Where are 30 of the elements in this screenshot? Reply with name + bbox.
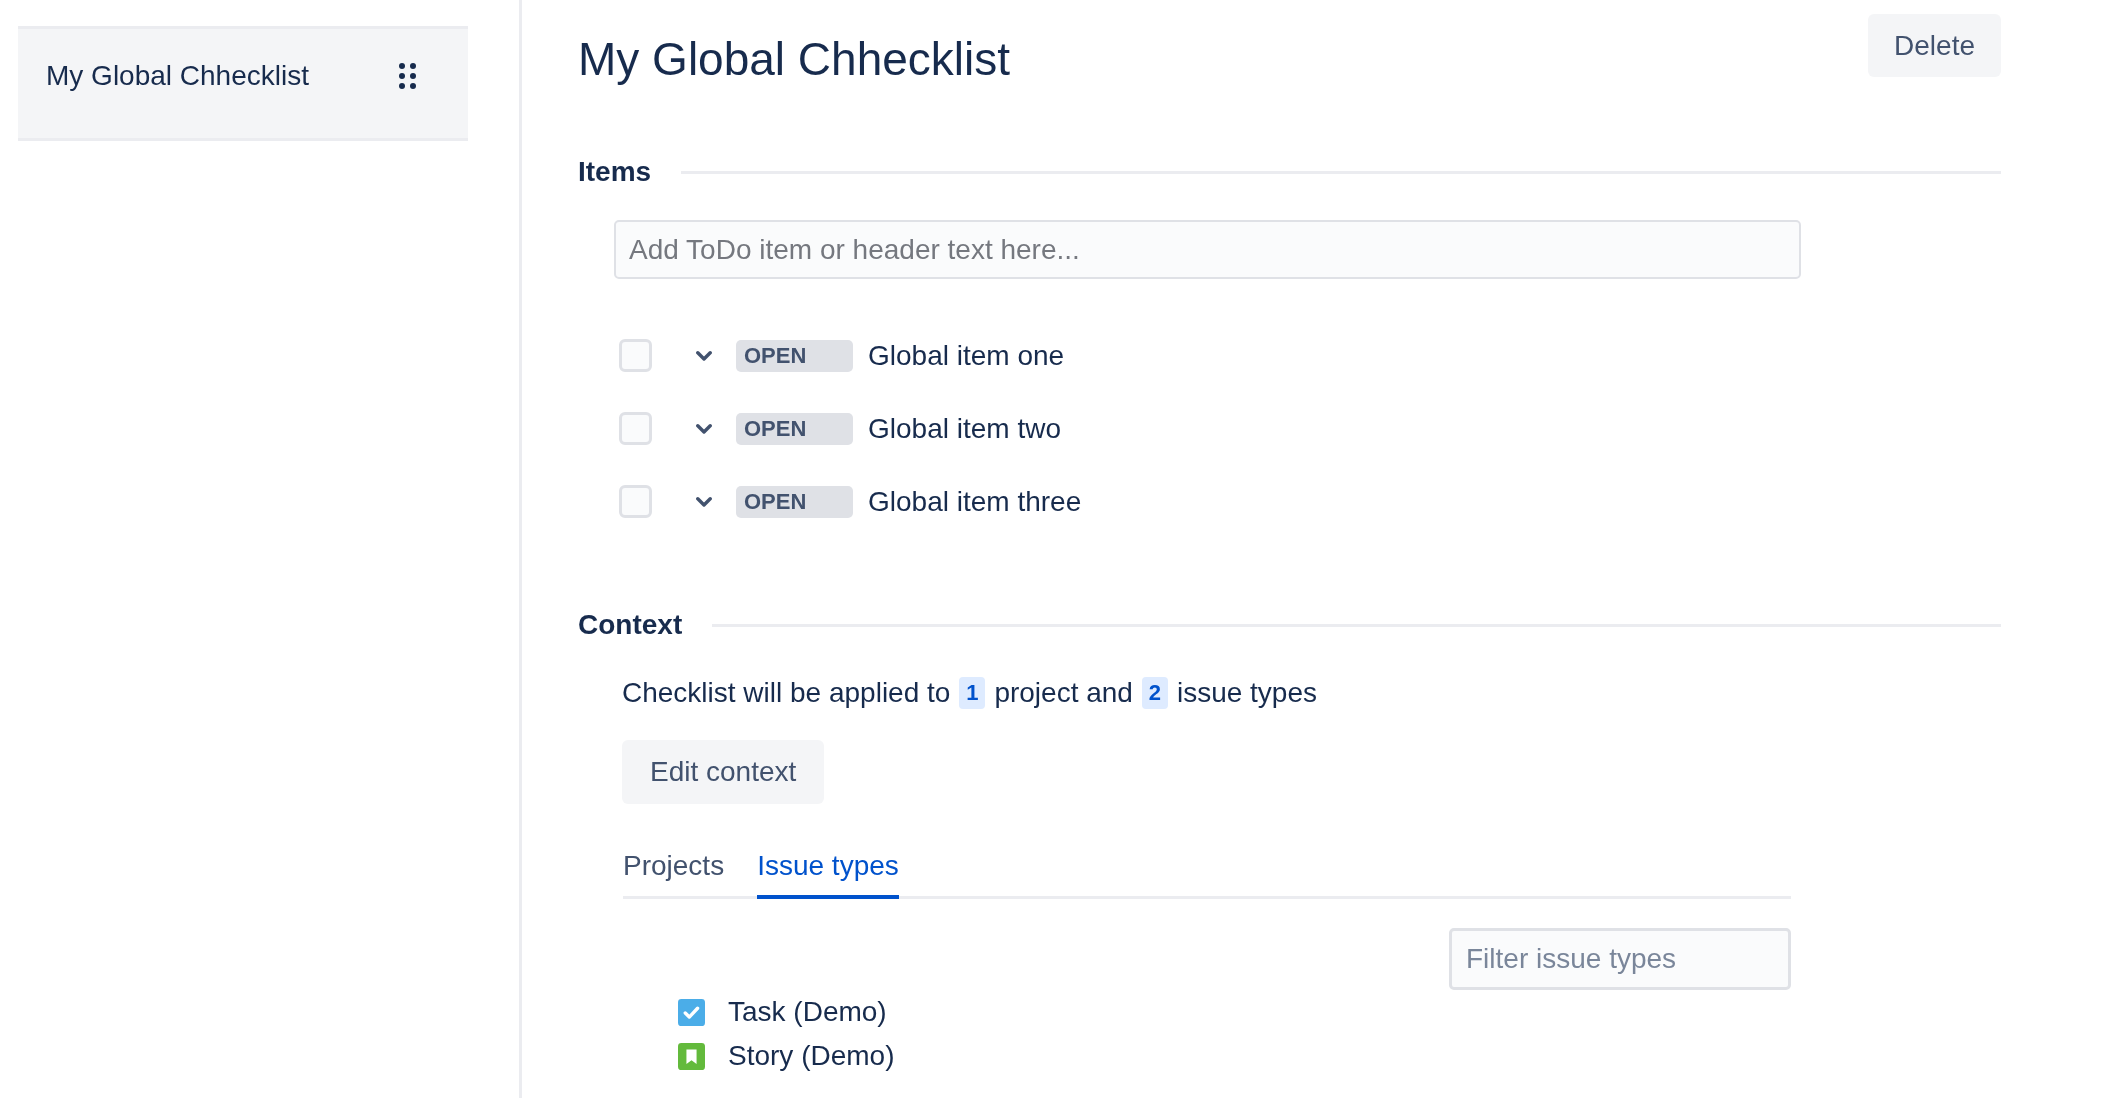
summary-text: issue types	[1176, 676, 1317, 710]
todo-input[interactable]: Add ToDo item or header text here...	[614, 220, 1801, 279]
item-label: Global item three	[868, 484, 1082, 519]
chevron-down-icon[interactable]	[696, 350, 712, 361]
sidebar-item[interactable]: My Global Chhecklist	[18, 26, 468, 141]
checkbox[interactable]	[619, 412, 652, 445]
edit-context-button[interactable]: Edit context	[622, 740, 825, 804]
checkbox[interactable]	[619, 485, 652, 518]
delete-button[interactable]: Delete	[1868, 14, 2001, 77]
section-heading: Context	[578, 608, 683, 642]
section-heading: Items	[578, 155, 652, 189]
summary-text: project and	[994, 676, 1133, 710]
tab[interactable]: Issue types	[757, 849, 899, 899]
item-label: Global item one	[868, 338, 1065, 373]
checkbox[interactable]	[619, 339, 652, 372]
count-badge: 1	[959, 677, 986, 709]
status-badge: OPEN	[736, 339, 853, 372]
chevron-down-icon[interactable]	[696, 496, 712, 507]
item-label: Global item two	[868, 411, 1061, 446]
summary-text: Checklist will be applied to	[622, 676, 951, 710]
page-title: My Global Chhecklist	[578, 32, 1011, 87]
status-badge: OPEN	[736, 485, 853, 518]
tab[interactable]: Projects	[623, 849, 725, 899]
chevron-down-icon[interactable]	[696, 423, 712, 434]
issue-type-label: Task (Demo)	[728, 995, 887, 1029]
status-badge: OPEN	[736, 412, 853, 445]
filter-input[interactable]: Filter issue types	[1449, 928, 1791, 990]
drag-handle-icon[interactable]	[399, 63, 416, 89]
issue-type-label: Story (Demo)	[728, 1039, 895, 1073]
count-badge: 2	[1141, 677, 1168, 709]
